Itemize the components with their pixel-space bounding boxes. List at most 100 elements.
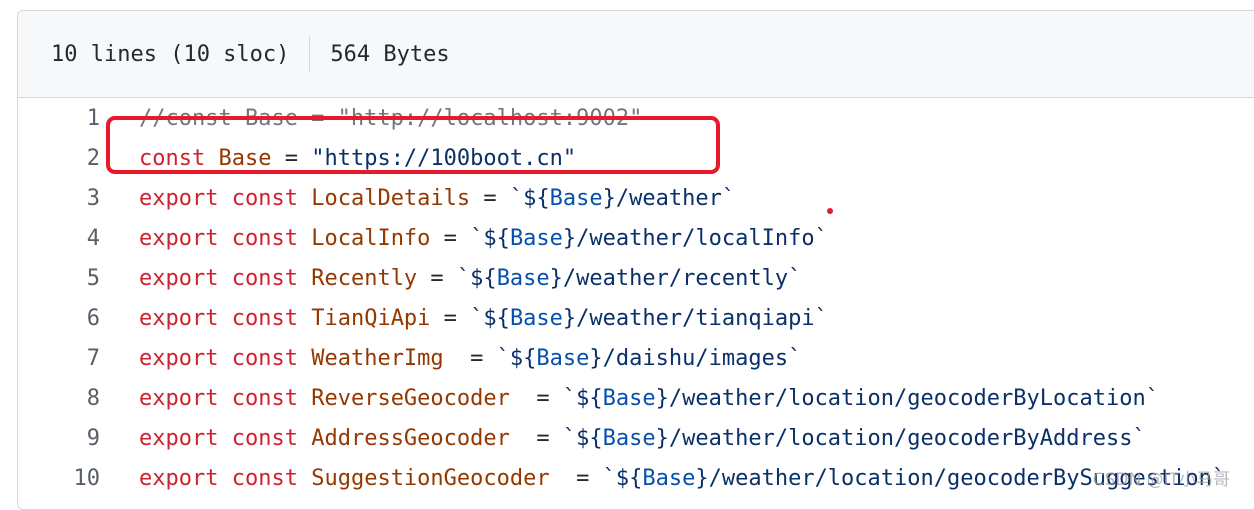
code-text: export const SuggestionGeocoder = `${Bas… (139, 459, 1225, 499)
code-token-kw: export (139, 386, 218, 411)
code-token-kw: export (139, 186, 218, 211)
code-token-op (218, 266, 231, 291)
code-text: export const WeatherImg = `${Base}/daish… (139, 339, 801, 379)
code-line: 8 export const ReverseGeocoder = `${Base}… (18, 379, 1254, 419)
code-token-str: `${ (563, 386, 603, 411)
line-number[interactable]: 1 (18, 99, 100, 139)
code-token-kw: const (232, 346, 298, 371)
line-number[interactable]: 4 (18, 219, 100, 259)
code-text: export const LocalInfo = `${Base}/weathe… (139, 219, 828, 259)
code-token-kw: const (232, 266, 298, 291)
code-token-op (298, 186, 311, 211)
code-token-op (218, 466, 231, 491)
line-number[interactable]: 10 (18, 459, 100, 499)
code-token-op (218, 306, 231, 331)
code-line: 4 export const LocalInfo = `${Base}/weath… (18, 219, 1254, 259)
code-line: 6 export const TianQiApi = `${Base}/weath… (18, 299, 1254, 339)
code-token-op: = (430, 306, 470, 331)
code-token-kw: const (139, 146, 205, 171)
code-token-str: }/weather/localInfo` (563, 226, 828, 251)
code-line: 10 export const SuggestionGeocoder = `${B… (18, 459, 1254, 499)
code-token-op (218, 186, 231, 211)
code-token-kw: const (232, 426, 298, 451)
line-number[interactable]: 2 (18, 139, 100, 179)
code-line: 7 export const WeatherImg = `${Base}/dais… (18, 339, 1254, 379)
code-token-op (298, 346, 311, 371)
code-token-str: `${ (510, 186, 550, 211)
code-token-str: }/weather/location/geocoderByLocation` (656, 386, 1159, 411)
line-number[interactable]: 3 (18, 179, 100, 219)
code-token-op: = (271, 146, 311, 171)
code-token-kw: export (139, 426, 218, 451)
code-token-op (298, 266, 311, 291)
line-number[interactable]: 9 (18, 419, 100, 459)
code-token-op: = (550, 466, 603, 491)
code-token-var: AddressGeocoder (311, 426, 510, 451)
code-token-op (218, 386, 231, 411)
line-number[interactable]: 5 (18, 259, 100, 299)
code-line: 9 export const AddressGeocoder = `${Base}… (18, 419, 1254, 459)
code-token-op: = (417, 266, 457, 291)
code-token-op (298, 386, 311, 411)
code-token-op (205, 146, 218, 171)
watermark: CSDN @IT小马哥 (1093, 465, 1230, 490)
code-token-var: LocalInfo (311, 226, 430, 251)
code-token-kw: export (139, 466, 218, 491)
code-line: 3export const LocalDetails = `${Base}/we… (18, 179, 1254, 219)
code-token-kw: const (232, 226, 298, 251)
code-token-kw: export (139, 346, 218, 371)
code-token-interp: Base (510, 306, 563, 331)
code-line: 5 export const Recently = `${Base}/weathe… (18, 259, 1254, 299)
code-token-kw: const (232, 186, 298, 211)
code-text: export const AddressGeocoder = `${Base}/… (139, 419, 1146, 459)
code-token-var: Base (218, 146, 271, 171)
line-count-label: 10 lines (10 sloc) (51, 42, 289, 67)
code-token-str: `${ (603, 466, 643, 491)
code-token-str: "https://100boot.cn" (311, 146, 576, 171)
code-token-str: `${ (563, 426, 603, 451)
file-info-bar: 10 lines (10 sloc) 564 Bytes (18, 11, 1254, 98)
code-token-var: TianQiApi (311, 306, 430, 331)
header-divider (309, 36, 310, 72)
code-text: export const TianQiApi = `${Base}/weathe… (139, 299, 828, 339)
code-token-op: = (444, 346, 497, 371)
code-token-op (218, 346, 231, 371)
code-token-var: WeatherImg (311, 346, 443, 371)
code-token-interp: Base (497, 266, 550, 291)
code-token-op: = (430, 226, 470, 251)
file-size-label: 564 Bytes (330, 42, 449, 67)
code-text: export const Recently = `${Base}/weather… (139, 259, 801, 299)
code-token-str: `${ (497, 346, 537, 371)
file-view: 10 lines (10 sloc) 564 Bytes 1 //const Ba… (17, 10, 1254, 510)
code-token-interp: Base (550, 186, 603, 211)
code-token-op (298, 426, 311, 451)
code-token-kw: export (139, 226, 218, 251)
code-token-op (298, 226, 311, 251)
code-token-op: = (510, 426, 563, 451)
code-token-kw: export (139, 266, 218, 291)
code-token-kw: const (232, 386, 298, 411)
code-token-str: `${ (457, 266, 497, 291)
code-token-op (218, 426, 231, 451)
code-token-interp: Base (510, 226, 563, 251)
line-number[interactable]: 6 (18, 299, 100, 339)
code-listing: 1 //const Base = "http://localhost:9002" 2… (18, 98, 1254, 499)
code-token-var: ReverseGeocoder (311, 386, 510, 411)
code-token-kw: export (139, 306, 218, 331)
code-token-var: SuggestionGeocoder (311, 466, 549, 491)
code-token-str: }/weather/location/geocoderByAddress` (656, 426, 1146, 451)
code-token-str: }/weather` (603, 186, 735, 211)
code-token-comment: //const Base = "http://localhost:9002" (139, 106, 642, 131)
code-token-interp: Base (603, 386, 656, 411)
code-token-interp: Base (642, 466, 695, 491)
line-number[interactable]: 7 (18, 339, 100, 379)
code-text: const Base = "https://100boot.cn" (139, 139, 576, 179)
annotation-dot (827, 208, 833, 214)
code-token-op (218, 226, 231, 251)
code-line: 1 //const Base = "http://localhost:9002" (18, 99, 1254, 139)
code-token-op (298, 466, 311, 491)
line-number[interactable]: 8 (18, 379, 100, 419)
code-token-str: }/daishu/images` (589, 346, 801, 371)
code-token-str: `${ (470, 226, 510, 251)
code-token-op: = (510, 386, 563, 411)
